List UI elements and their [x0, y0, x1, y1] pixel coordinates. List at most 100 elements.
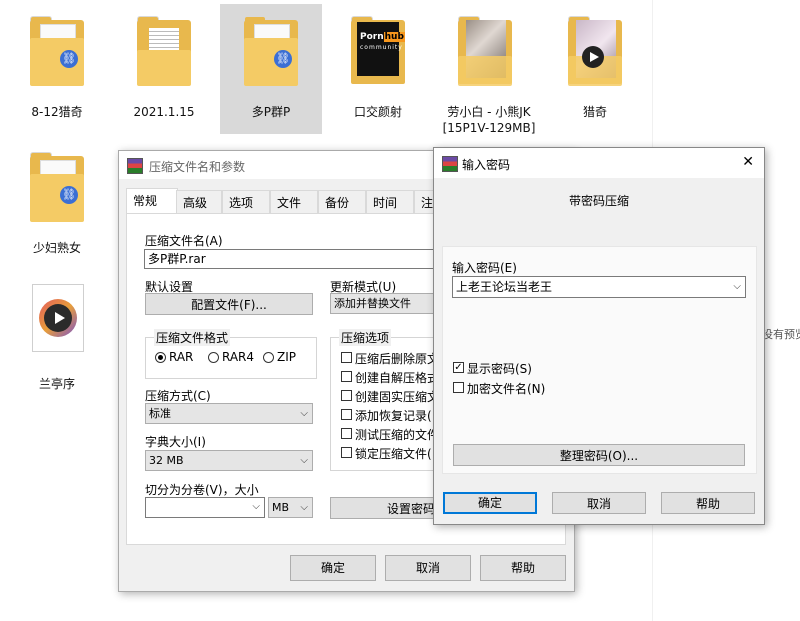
encrypt-names-checkbox[interactable]	[453, 382, 464, 393]
tab-advanced[interactable]: 高级	[176, 190, 222, 214]
format-rar4-radio[interactable]	[208, 352, 219, 363]
archive-name-label: 压缩文件名(A)	[145, 234, 223, 248]
format-rar4-label: RAR4	[222, 350, 255, 364]
folder-item[interactable]: ⛓ 8-12猎奇	[6, 4, 108, 134]
option-delete-label: 压缩后删除原文	[355, 352, 435, 366]
method-select[interactable]: 标准 ⌵	[145, 403, 313, 424]
folder-label: 口交颜射	[353, 105, 402, 119]
folder-label: 2021.1.15	[133, 105, 195, 119]
split-size-field[interactable]: ⌵	[145, 497, 265, 518]
folder-item[interactable]: ⛓ 少妇熟女	[6, 140, 108, 270]
split-unit-value: MB	[272, 501, 290, 514]
folder-label: 8-12猎奇	[31, 105, 83, 119]
file-label: 兰亭序	[38, 377, 75, 391]
dialog-title: 压缩文件名和参数	[149, 160, 246, 174]
link-icon: ⛓	[60, 186, 78, 204]
tab-options[interactable]: 选项	[222, 190, 270, 214]
folder-label: 多P群P	[251, 105, 291, 119]
method-label: 压缩方式(C)	[145, 389, 211, 403]
show-password-checkbox[interactable]: ✓	[453, 362, 464, 373]
chevron-down-icon: ⌵	[300, 502, 308, 513]
options-group-label: 压缩选项	[339, 329, 392, 346]
option-sfx-checkbox[interactable]	[341, 371, 352, 382]
option-solid-label: 创建固实压缩文	[355, 390, 435, 404]
format-zip-radio[interactable]	[263, 352, 274, 363]
winrar-icon	[442, 156, 458, 172]
password-cancel-button[interactable]: 取消	[552, 492, 646, 514]
option-lock-label: 锁定压缩文件(	[355, 447, 432, 461]
tab-files[interactable]: 文件	[270, 190, 318, 214]
folder-icon: ⛓	[30, 16, 84, 88]
thumb-porn-text: Porn	[360, 32, 384, 42]
profiles-button[interactable]: 配置文件(F)...	[145, 293, 313, 315]
option-lock-checkbox[interactable]	[341, 447, 352, 458]
organize-passwords-button[interactable]: 整理密码(O)...	[453, 444, 745, 466]
close-icon[interactable]: ✕	[742, 154, 754, 170]
folder-icon: ⛓	[244, 16, 298, 88]
folder-icon	[137, 16, 191, 88]
set-password-button[interactable]: 设置密码	[330, 497, 440, 519]
password-ok-button[interactable]: 确定	[443, 492, 537, 514]
play-icon	[582, 46, 604, 68]
password-help-button[interactable]: 帮助	[661, 492, 755, 514]
password-title-bar: 输入密码 ✕	[434, 148, 764, 178]
password-value: 上老王论坛当老王	[456, 280, 553, 294]
cancel-button[interactable]: 取消	[385, 555, 471, 581]
split-unit-select[interactable]: MB ⌵	[268, 497, 313, 518]
password-field[interactable]: 上老王论坛当老王 ⌵	[452, 276, 746, 298]
format-rar-radio[interactable]	[155, 352, 166, 363]
option-recovery-checkbox[interactable]	[341, 409, 352, 420]
folder-icon: ⛓	[30, 152, 84, 224]
media-file-item[interactable]: 兰亭序	[6, 276, 108, 406]
dict-value: 32 MB	[149, 454, 184, 467]
chevron-down-icon: ⌵	[733, 281, 741, 292]
dict-select[interactable]: 32 MB ⌵	[145, 450, 313, 471]
option-test-checkbox[interactable]	[341, 428, 352, 439]
folder-item[interactable]: Pornhub community 口交颜射	[327, 4, 429, 134]
play-icon	[44, 304, 72, 332]
update-mode-select[interactable]: 添加并替换文件	[330, 293, 440, 314]
option-recovery-label: 添加恢复记录(	[355, 409, 432, 423]
chevron-down-icon: ⌵	[300, 408, 308, 419]
link-icon: ⛓	[60, 50, 78, 68]
option-test-label: 测试压缩的文件	[355, 428, 435, 442]
folder-item-selected[interactable]: ⛓ 多P群P	[220, 4, 322, 134]
option-sfx-label: 创建自解压格式	[355, 371, 435, 385]
ok-button[interactable]: 确定	[290, 555, 376, 581]
tab-time[interactable]: 时间	[366, 190, 414, 214]
split-label: 切分为分卷(V)，大小	[145, 483, 259, 497]
link-icon: ⛓	[274, 50, 292, 68]
show-password-label: 显示密码(S)	[467, 362, 532, 376]
chevron-down-icon: ⌵	[300, 455, 308, 466]
folder-label: 劳小白 - 小熊JK [15P1V-129MB]	[442, 105, 536, 135]
method-value: 标准	[149, 407, 171, 420]
folder-label: 少妇熟女	[32, 241, 81, 255]
tab-general[interactable]: 常规	[126, 188, 178, 214]
folder-item[interactable]: 猎奇	[544, 4, 646, 134]
format-zip-label: ZIP	[277, 350, 296, 364]
thumb-hub-text: hub	[383, 32, 405, 42]
folder-item[interactable]: 2021.1.15	[113, 4, 215, 134]
encrypt-names-label: 加密文件名(N)	[467, 382, 546, 396]
password-heading: 带密码压缩	[568, 194, 629, 208]
folder-thumbnail-icon	[458, 16, 512, 88]
archive-name-field[interactable]: 多P群P.rar	[144, 249, 439, 269]
password-label: 输入密码(E)	[452, 261, 517, 275]
dict-label: 字典大小(I)	[145, 435, 206, 449]
tab-backup[interactable]: 备份	[318, 190, 366, 214]
media-file-icon	[32, 284, 84, 352]
chevron-down-icon: ⌵	[252, 501, 260, 512]
format-group-label: 压缩文件格式	[154, 329, 231, 346]
help-button[interactable]: 帮助	[480, 555, 566, 581]
thumb-community-text: community	[360, 44, 403, 51]
winrar-icon	[127, 158, 143, 174]
folder-thumbnail-icon	[568, 16, 622, 88]
password-dialog-title: 输入密码	[462, 158, 511, 172]
folder-item[interactable]: 劳小白 - 小熊JK [15P1V-129MB]	[434, 4, 544, 135]
option-delete-checkbox[interactable]	[341, 352, 352, 363]
option-solid-checkbox[interactable]	[341, 390, 352, 401]
password-dialog: 输入密码 ✕ 带密码压缩 输入密码(E) 上老王论坛当老王 ⌵ ✓ 显示密码(S)…	[433, 147, 765, 525]
folder-label: 猎奇	[582, 105, 607, 119]
folder-thumbnail-icon: Pornhub community	[351, 16, 405, 88]
preview-text: 没有预览	[762, 328, 800, 341]
